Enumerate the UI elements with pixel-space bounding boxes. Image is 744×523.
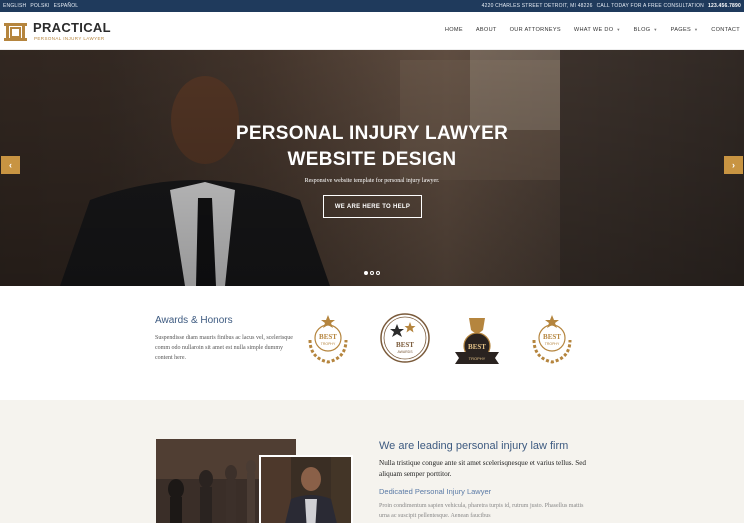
nav-home-label: HOME: [444, 27, 463, 33]
lawyer-reading-image: [259, 455, 353, 523]
help-button[interactable]: WE ARE HERE TO HELP: [323, 195, 422, 218]
nav-about-label: ABOUT: [475, 27, 497, 33]
site-header: PRACTICAL PERSONAL INJURY LAWYER HOME AB…: [0, 12, 744, 50]
hero-subtitle: Responsive website template for personal…: [304, 178, 440, 184]
nav-our-attorneys-label: OUR ATTORNEYS: [509, 27, 561, 33]
badge-line2: TROPHY: [545, 342, 560, 346]
badge-line1: BEST: [396, 341, 414, 349]
chevron-left-icon: ‹: [9, 160, 12, 170]
slider-dot[interactable]: [376, 271, 380, 275]
brand-name[interactable]: PRACTICAL: [33, 20, 111, 35]
slider-next-button[interactable]: ›: [724, 156, 743, 174]
hero-title: PERSONAL INJURY LAWYER WEBSITE DESIGN: [0, 121, 744, 173]
firm-lead-text: Nulla tristique congue ante sit amet sce…: [379, 459, 586, 478]
badge-line1: BEST: [319, 333, 337, 341]
nav-blog[interactable]: BLOG ▼: [634, 27, 658, 33]
hero-slider: PERSONAL INJURY LAWYER WEBSITE DESIGN Re…: [0, 50, 744, 286]
call-text: CALL TODAY FOR A FREE CONSULTATION: [596, 3, 704, 9]
language-polski-link[interactable]: POLSKI: [30, 3, 49, 9]
slider-dots: [364, 271, 380, 275]
nav-about[interactable]: ABOUT: [476, 27, 497, 33]
awards-section: Awards & Honors Suspendisse diam mauris …: [0, 286, 744, 400]
nav-our-attorneys[interactable]: OUR ATTORNEYS: [510, 27, 561, 33]
badge-line2: TROPHY: [469, 356, 486, 361]
language-english-link[interactable]: ENGLISH: [3, 3, 26, 9]
star-seal-badge-icon: BEST AWARDS: [380, 313, 430, 363]
page: ENGLISH POLSKI ESPAÑOL 4220 CHARLES STRE…: [0, 0, 744, 523]
top-bar: ENGLISH POLSKI ESPAÑOL 4220 CHARLES STRE…: [0, 0, 744, 12]
chevron-down-icon: ▼: [694, 27, 699, 32]
slider-dot[interactable]: [364, 271, 368, 275]
chevron-right-icon: ›: [732, 160, 735, 170]
nav-pages[interactable]: PAGES ▼: [671, 27, 699, 33]
language-espanol-link[interactable]: ESPAÑOL: [54, 3, 79, 9]
chevron-down-icon: ▼: [653, 27, 658, 32]
firm-body-text: Proin condimentum sapien vehicula, phare…: [379, 503, 584, 519]
slider-prev-button[interactable]: ‹: [1, 156, 20, 174]
nav-blog-label: BLOG: [633, 27, 651, 33]
firm-subtitle: Dedicated Personal Injury Lawyer: [379, 487, 492, 496]
nav-home[interactable]: HOME: [445, 27, 463, 33]
awards-text: Suspendisse diam mauris finibus ac lacus…: [155, 335, 293, 361]
firm-section: We are leading personal injury law firm …: [0, 400, 744, 523]
firm-title: We are leading personal injury law firm: [379, 440, 569, 452]
chevron-down-icon: ▼: [616, 27, 621, 32]
laurel-star-badge-icon: BEST TROPHY: [532, 315, 572, 364]
nav-what-we-do-label: WHAT WE DO: [573, 27, 614, 33]
badge-line1: BEST: [468, 343, 486, 351]
logo-icon[interactable]: [4, 21, 27, 41]
contact-info: 4220 CHARLES STREET DETROIT, MI 48226 CA…: [482, 3, 741, 9]
badge-line2: AWARDS: [397, 350, 413, 354]
slider-dot[interactable]: [370, 271, 374, 275]
trophy-ribbon-badge-icon: BEST TROPHY: [455, 318, 499, 364]
nav-contact-label: CONTACT: [711, 27, 740, 33]
phone-link[interactable]: 123.456.7890: [708, 3, 741, 9]
laurel-star-badge-icon: BEST TROPHY: [308, 315, 348, 364]
brand-tagline: PERSONAL INJURY LAWYER: [34, 36, 105, 41]
nav-contact[interactable]: CONTACT: [711, 27, 740, 33]
language-switcher: ENGLISH POLSKI ESPAÑOL: [3, 3, 78, 9]
nav-pages-label: PAGES: [670, 27, 691, 33]
address-text: 4220 CHARLES STREET DETROIT, MI 48226: [481, 3, 593, 9]
nav-what-we-do[interactable]: WHAT WE DO ▼: [574, 27, 621, 33]
hero-title-line-1: PERSONAL INJURY LAWYER: [235, 123, 509, 144]
main-nav: HOME ABOUT OUR ATTORNEYS WHAT WE DO ▼ BLO…: [432, 27, 740, 33]
badge-line2: TROPHY: [321, 342, 336, 346]
badge-line1: BEST: [543, 333, 561, 341]
awards-title: Awards & Honors: [155, 315, 233, 326]
hero-title-line-2: WEBSITE DESIGN: [287, 149, 457, 170]
